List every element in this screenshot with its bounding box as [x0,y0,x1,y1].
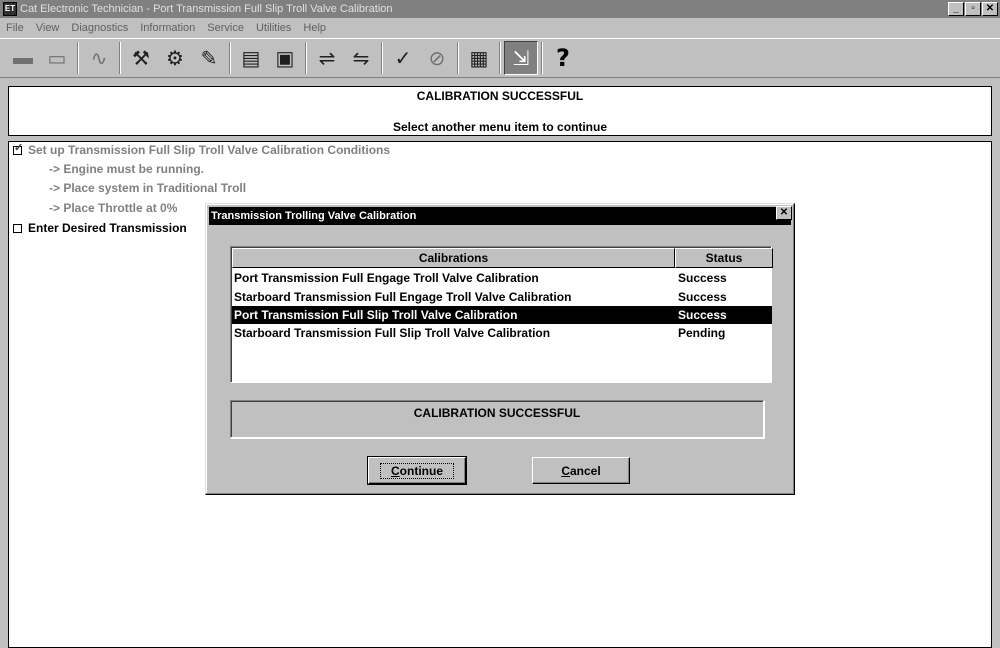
wrench-info-icon[interactable]: ✎ [192,41,226,75]
column-header-calibrations[interactable]: Calibrations [232,248,675,268]
menu-help[interactable]: Help [297,22,332,34]
title-bar: ET Cat Electronic Technician - Port Tran… [0,0,1000,18]
toolbar-separator [119,42,121,74]
calibration-name: Port Transmission Full Engage Troll Valv… [234,271,539,285]
list-item[interactable]: Port Transmission Full Engage Troll Valv… [232,269,772,287]
status-message: CALIBRATION SUCCESSFUL [416,89,584,103]
checkbox-unchecked-icon [13,224,22,233]
step-label: Enter Desired Transmission [28,221,187,235]
toolbar-separator [229,42,231,74]
calibration-status: Success [678,308,727,322]
module-icon[interactable]: ▣ [268,41,302,75]
toolbar-separator [499,42,501,74]
list-item[interactable]: Starboard Transmission Full Slip Troll V… [232,324,772,342]
column-header-status[interactable]: Status [675,248,773,268]
calibration-name: Starboard Transmission Full Slip Troll V… [234,326,551,340]
menu-utilities[interactable]: Utilities [250,22,297,34]
print-preview-icon[interactable]: ▭ [40,41,74,75]
toolbar-separator [457,42,459,74]
toolbar-separator [305,42,307,74]
list-item-selected[interactable]: Port Transmission Full Slip Troll Valve … [232,306,772,324]
toolbar: ▬ ▭ ∿ ⚒ ⚙ ✎ ▤ ▣ ⇌ ⇋ ✓ ⊘ ▦ ⇲ ? [0,38,1000,78]
menu-view[interactable]: View [30,22,66,34]
checkbox-checked-icon [13,141,23,155]
app-icon[interactable]: ET [3,2,17,16]
menu-service[interactable]: Service [201,22,250,34]
calibration-name: Port Transmission Full Slip Troll Valve … [234,308,518,322]
cancel-button[interactable]: Cancel [532,457,630,484]
waveform-icon[interactable]: ∿ [82,41,116,75]
step-setup-conditions: Set up Transmission Full Slip Troll Valv… [13,141,391,157]
menu-bar: File View Diagnostics Information Servic… [0,18,1000,37]
connect-icon[interactable]: ⇌ [310,41,344,75]
list-header: Calibrations Status [232,248,773,268]
flash-icon[interactable]: ▦ [462,41,496,75]
book-icon[interactable]: ▤ [234,41,268,75]
toolbar-separator [541,42,543,74]
disconnect-icon[interactable]: ⇋ [344,41,378,75]
minimize-button[interactable]: _ [948,2,964,16]
menu-information[interactable]: Information [134,22,201,34]
menu-file[interactable]: File [0,22,30,34]
menu-diagnostics[interactable]: Diagnostics [65,22,134,34]
dialog-close-button[interactable]: ✕ [776,206,792,220]
dialog-title: Transmission Trolling Valve Calibration [209,207,791,225]
restore-button[interactable]: ▫ [965,2,981,16]
status-instruction: Select another menu item to continue [392,120,608,134]
button-label: Continue [380,462,454,479]
calibration-status: Success [678,271,727,285]
help-icon[interactable]: ? [546,41,580,75]
toolbar-separator [381,42,383,74]
calibrations-list[interactable]: Calibrations Status Port Transmission Fu… [230,246,773,383]
dialog-message: CALIBRATION SUCCESSFUL [230,400,764,438]
test-cancel-icon[interactable]: ⊘ [420,41,454,75]
substep: -> Place system in Traditional Troll [49,181,247,195]
calibration-status: Success [678,290,727,304]
calibration-dialog: Transmission Trolling Valve Calibration … [205,203,795,495]
substep: -> Place Throttle at 0% [49,201,178,215]
wrench-diag-icon[interactable]: ⚙ [158,41,192,75]
test-icon[interactable]: ✓ [386,41,420,75]
status-panel: CALIBRATION SUCCESSFUL Select another me… [8,86,992,136]
window-controls: _ ▫ ✕ [947,2,998,16]
print-icon[interactable]: ▬ [6,41,40,75]
toolbar-separator [77,42,79,74]
wrench-cross-icon[interactable]: ⚒ [124,41,158,75]
step-label: Set up Transmission Full Slip Troll Valv… [28,143,391,157]
step-enter-desired: Enter Desired Transmission [13,221,187,235]
calibration-name: Starboard Transmission Full Engage Troll… [234,290,572,304]
substep: -> Engine must be running. [49,162,205,176]
continue-button[interactable]: Continue [367,456,467,485]
list-item[interactable]: Starboard Transmission Full Engage Troll… [232,288,772,306]
window-title: Cat Electronic Technician - Port Transmi… [20,3,393,15]
calibration-icon[interactable]: ⇲ [504,41,538,75]
calibration-status: Pending [678,326,726,340]
close-button[interactable]: ✕ [982,2,998,16]
